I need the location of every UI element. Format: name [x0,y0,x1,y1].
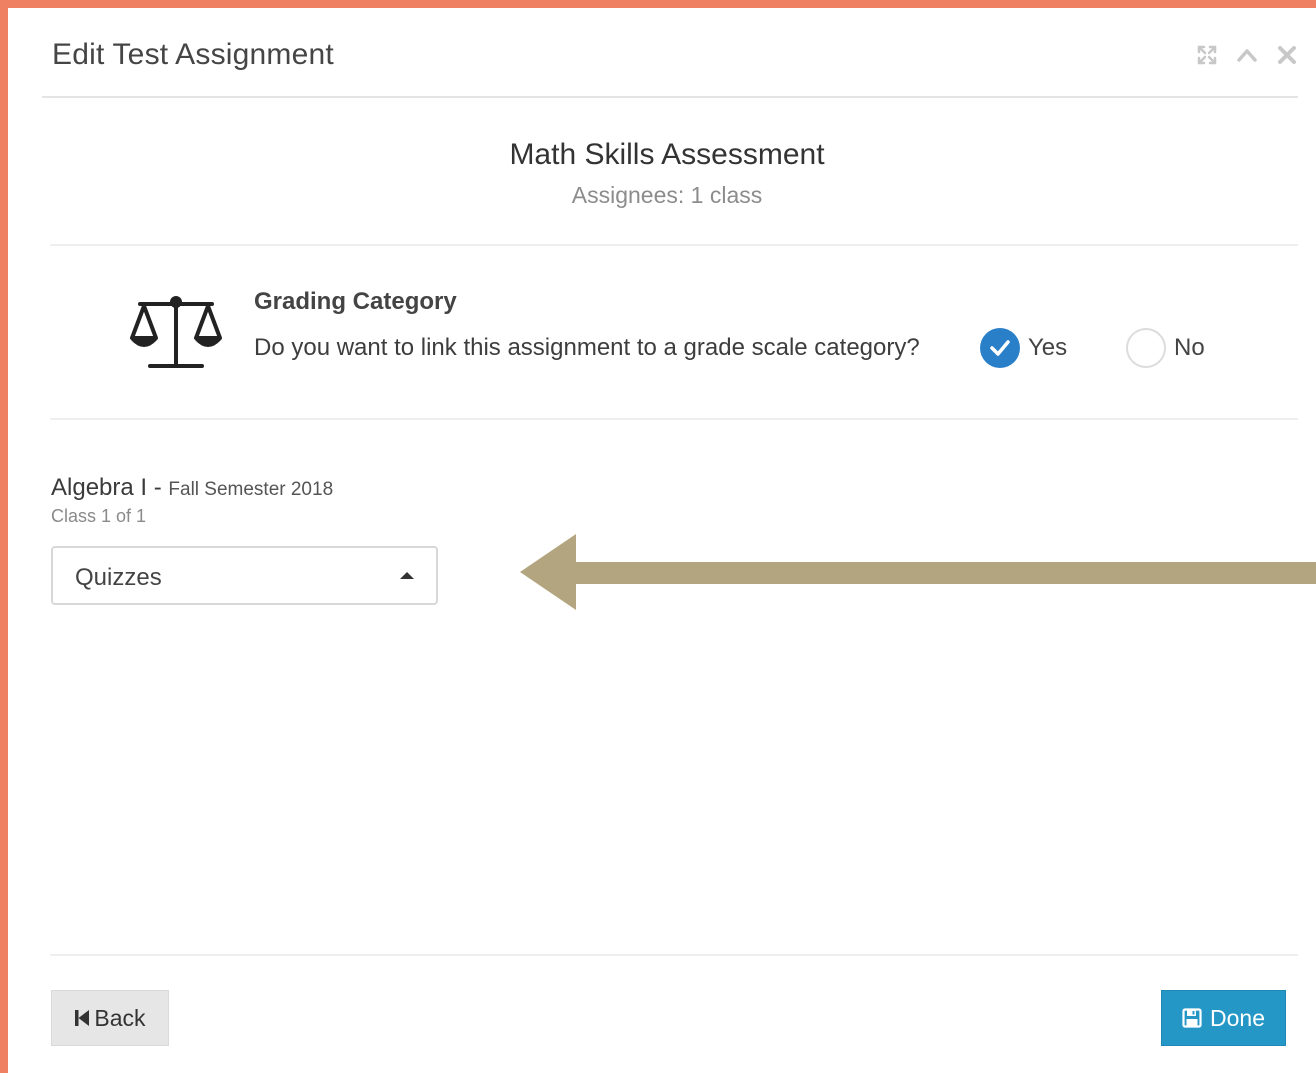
collapse-chevron-up-icon[interactable] [1236,44,1258,66]
edit-assignment-dialog: Edit Test Assignment Math Skills Assessm… [8,8,1316,1073]
radio-unchecked-icon[interactable] [1126,328,1166,368]
radio-no[interactable]: No [1126,328,1205,368]
caret-up-icon [400,572,414,579]
done-button-label: Done [1210,1004,1265,1031]
close-icon[interactable] [1276,44,1298,66]
grading-category-heading: Grading Category [254,288,457,315]
save-icon [1182,1008,1202,1028]
grading-category-question: Do you want to link this assignment to a… [254,334,920,361]
divider [50,954,1298,956]
back-button[interactable]: Back [51,990,169,1046]
assignment-name: Math Skills Assessment [509,138,825,171]
skip-back-icon [75,1010,90,1026]
dialog-title-bar: Edit Test Assignment [42,8,1298,98]
back-button-label: Back [94,1004,146,1031]
checkmark-icon [990,340,1010,356]
class-title: Algebra I - Fall Semester 2018 [51,474,333,502]
grading-category-select-value: Quizzes [75,564,162,591]
annotation-arrow-icon [520,534,1316,610]
divider [50,244,1298,246]
done-button[interactable]: Done [1161,990,1286,1046]
scale-icon [130,296,222,368]
expand-icon[interactable] [1196,44,1218,66]
divider [50,418,1298,420]
grading-category-select[interactable]: Quizzes [51,546,438,605]
class-count: Class 1 of 1 [51,506,147,526]
radio-no-label: No [1174,334,1205,361]
radio-checked-icon[interactable] [980,328,1020,368]
assignees-count: Assignees: 1 class [571,182,763,208]
assignment-header: Math Skills Assessment Assignees: 1 clas… [8,138,1316,209]
class-name: Algebra I [51,474,148,501]
radio-yes-label: Yes [1028,334,1068,361]
dialog-title: Edit Test Assignment [52,38,334,71]
class-separator: - [147,474,169,501]
radio-yes[interactable]: Yes [980,328,1067,368]
window-controls [1196,44,1298,66]
class-semester: Fall Semester 2018 [168,479,334,500]
